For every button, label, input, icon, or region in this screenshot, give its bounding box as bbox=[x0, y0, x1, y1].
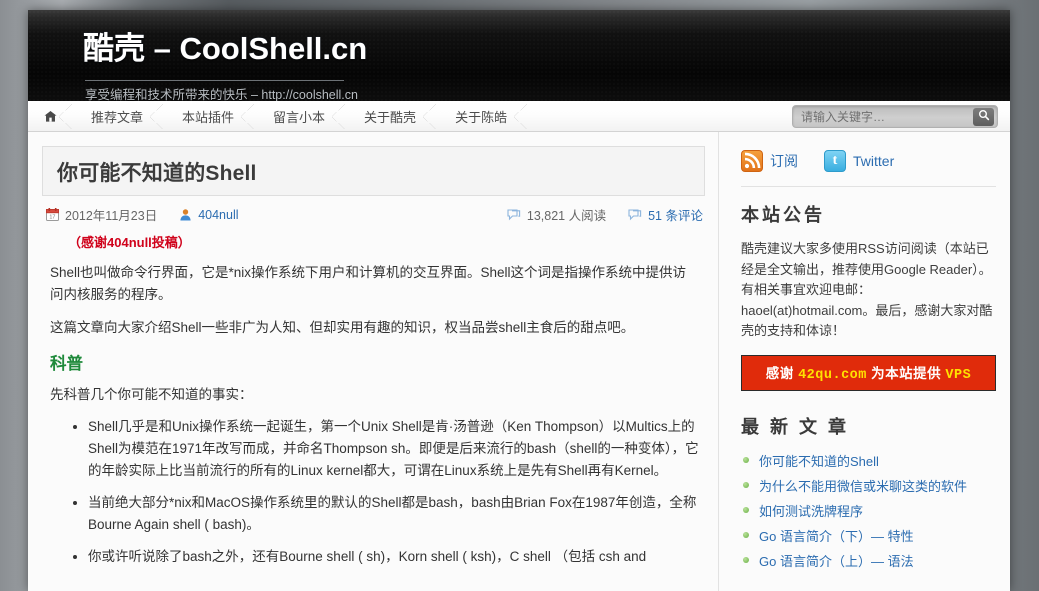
site-description: 享受编程和技术所带来的快乐 – http://coolshell.cn bbox=[85, 80, 358, 101]
page-container: 酷壳 – CoolShell.cn 享受编程和技术所带来的快乐 – http:/… bbox=[28, 10, 1010, 591]
announcement-heading: 本站公告 bbox=[741, 205, 825, 225]
article-paragraph-2: 这篇文章向大家介绍Shell一些非广为人知、但却实用有趣的知识，权当品尝shel… bbox=[50, 319, 635, 335]
latest-article-link[interactable]: 为什么不能用微信或米聊这类的软件 bbox=[759, 479, 967, 494]
latest-articles-list: 你可能不知道的Shell 为什么不能用微信或米聊这类的软件 如何测试洗牌程序 G… bbox=[741, 451, 996, 570]
svg-text:17: 17 bbox=[49, 215, 55, 221]
home-icon bbox=[44, 110, 57, 122]
nav-item-1[interactable]: 本站插件 bbox=[162, 101, 255, 131]
post-views: 13,821 人阅读 bbox=[526, 209, 607, 223]
comment-bubble-icon bbox=[628, 208, 642, 221]
list-item: 当前绝大部分*nix和MacOS操作系统里的默认的Shell都是bash，bas… bbox=[88, 492, 699, 536]
nav-item-label: 推荐文章 bbox=[91, 109, 144, 125]
site-title-en: CoolShell.cn bbox=[179, 31, 368, 66]
article-body: （感谢404null投稿） Shell也叫做命令行界面，它是*nix操作系统下用… bbox=[42, 224, 705, 568]
article-bullet-list: Shell几乎是和Unix操作系统一起诞生，第一个Unix Shell是肯·汤普… bbox=[50, 416, 699, 567]
nav-item-3[interactable]: 关于酷壳 bbox=[344, 101, 437, 131]
site-header: 酷壳 – CoolShell.cn 享受编程和技术所带来的快乐 – http:/… bbox=[28, 10, 1010, 101]
search-box bbox=[792, 105, 998, 128]
twitter-link[interactable]: t Twitter bbox=[824, 150, 894, 172]
list-item: 你可能不知道的Shell bbox=[741, 451, 996, 470]
vps-sponsor-banner[interactable]: 感谢 42qu.com 为本站提供 VPS bbox=[741, 354, 996, 391]
rss-icon bbox=[741, 150, 763, 172]
article-paragraph-3: 先科普几个你可能不知道的事实： bbox=[50, 386, 253, 402]
list-item: 如何测试洗牌程序 bbox=[741, 501, 996, 520]
list-item: Go 语言简介（上）— 语法 bbox=[741, 551, 996, 570]
nav-item-2[interactable]: 留言小本 bbox=[253, 101, 346, 131]
latest-article-link[interactable]: Go 语言简介（下）— 特性 bbox=[759, 529, 914, 544]
list-item: Shell几乎是和Unix操作系统一起诞生，第一个Unix Shell是肯·汤普… bbox=[88, 416, 699, 482]
search-input[interactable] bbox=[801, 109, 973, 124]
section-heading: 科普 bbox=[50, 354, 83, 373]
search-icon bbox=[978, 109, 990, 124]
latest-article-link[interactable]: 你可能不知道的Shell bbox=[759, 454, 879, 469]
main-column: 你可能不知道的Shell 17 2012年11月23日 404null 13,8… bbox=[28, 132, 718, 591]
list-item: Go 语言简介（下）— 特性 bbox=[741, 526, 996, 545]
nav-item-0[interactable]: 推荐文章 bbox=[71, 101, 164, 131]
submission-notice: （感谢404null投稿） bbox=[68, 235, 191, 250]
nav-item-label: 关于酷壳 bbox=[364, 109, 417, 125]
post-comments-link[interactable]: 51 条评论 bbox=[648, 205, 703, 224]
post-date: 2012年11月23日 bbox=[65, 209, 158, 223]
latest-article-link[interactable]: 如何测试洗牌程序 bbox=[759, 504, 863, 519]
post-author[interactable]: 404null bbox=[198, 208, 238, 222]
latest-article-link[interactable]: Go 语言简介（上）— 语法 bbox=[759, 554, 914, 569]
nav-item-label: 留言小本 bbox=[273, 109, 326, 125]
announcement-text: 酷壳建议大家多使用RSS访问阅读（本站已经是全文输出，推荐使用Google Re… bbox=[741, 241, 993, 339]
article-paragraph-1: Shell也叫做命令行界面，它是*nix操作系统下用户和计算机的交互界面。She… bbox=[50, 265, 687, 302]
site-title[interactable]: 酷壳 – CoolShell.cn bbox=[83, 31, 368, 66]
vps-banner-middle: 为本站提供 bbox=[866, 365, 946, 381]
content-area: 你可能不知道的Shell 17 2012年11月23日 404null 13,8… bbox=[28, 132, 1010, 591]
main-navigation: 推荐文章 本站插件 留言小本 关于酷壳 关于陈皓 bbox=[28, 101, 1010, 132]
user-icon bbox=[179, 208, 192, 221]
comment-bubble-icon bbox=[507, 208, 521, 221]
nav-item-label: 本站插件 bbox=[182, 109, 235, 125]
rss-subscribe-label: 订阅 bbox=[770, 153, 798, 169]
post-header-box: 你可能不知道的Shell bbox=[42, 146, 705, 196]
twitter-icon: t bbox=[824, 150, 846, 172]
nav-item-home[interactable] bbox=[28, 101, 72, 131]
social-links-row: 订阅 t Twitter bbox=[741, 150, 996, 187]
nav-item-4[interactable]: 关于陈皓 bbox=[435, 101, 528, 131]
site-title-separator: – bbox=[145, 31, 180, 66]
twitter-label: Twitter bbox=[853, 153, 895, 169]
sidebar: 订阅 t Twitter 本站公告 酷壳建议大家多使用RSS访问阅读（本站已经是… bbox=[718, 132, 1010, 591]
site-title-cn: 酷壳 bbox=[83, 31, 145, 66]
list-item: 你或许听说除了bash之外，还有Bourne shell ( sh)，Korn … bbox=[88, 546, 699, 568]
nav-item-label: 关于陈皓 bbox=[455, 109, 508, 125]
latest-articles-heading: 最 新 文 章 bbox=[741, 416, 850, 437]
post-meta: 17 2012年11月23日 404null 13,821 人阅读 51 条评论 bbox=[42, 196, 705, 224]
vps-sponsor-name: 42qu.com bbox=[798, 367, 867, 383]
page-title: 你可能不知道的Shell bbox=[57, 162, 257, 185]
search-button[interactable] bbox=[973, 107, 994, 126]
list-item: 为什么不能用微信或米聊这类的软件 bbox=[741, 476, 996, 495]
vps-banner-suffix: VPS bbox=[945, 367, 972, 383]
vps-banner-prefix: 感谢 bbox=[765, 365, 799, 381]
rss-subscribe-link[interactable]: 订阅 bbox=[741, 150, 798, 172]
calendar-icon: 17 bbox=[46, 208, 59, 221]
